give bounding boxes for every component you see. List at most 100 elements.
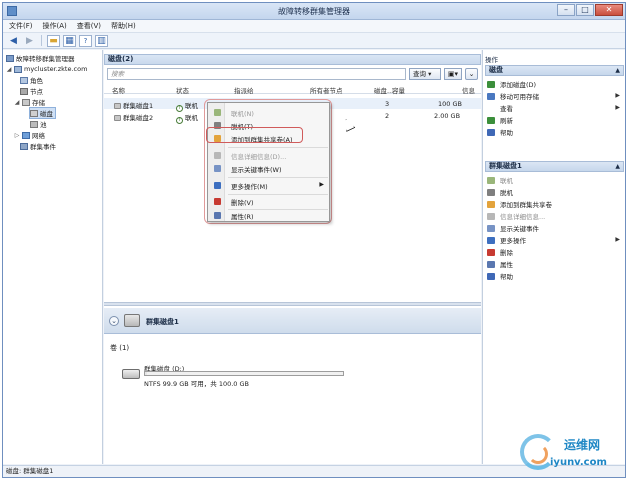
actions-header: 操作 bbox=[485, 56, 498, 64]
show-tree-button[interactable]: ▦ bbox=[63, 34, 76, 47]
title-bar: 故障转移群集管理器 – □ ✕ bbox=[3, 3, 625, 20]
action-help-2[interactable]: 帮助 bbox=[487, 271, 624, 281]
action-view[interactable]: 查看 ▶ bbox=[487, 103, 624, 113]
events-icon bbox=[20, 142, 28, 150]
minimize-button[interactable]: – bbox=[557, 4, 575, 16]
forward-button[interactable]: ▶ bbox=[23, 35, 36, 47]
app-window: 故障转移群集管理器 – □ ✕ 文件(F) 操作(A) 查看(V) 帮助(H) … bbox=[2, 2, 626, 478]
submenu-arrow-icon: ▶ bbox=[615, 236, 620, 243]
col-owner-node[interactable]: 所有者节点 bbox=[310, 85, 343, 95]
view-icon bbox=[487, 104, 495, 112]
tree-events[interactable]: 群集事件 bbox=[20, 141, 56, 151]
disk-icon bbox=[30, 109, 38, 117]
tree-networks[interactable]: ▷ 网络 bbox=[14, 130, 45, 140]
action-delete[interactable]: 删除 bbox=[487, 247, 624, 257]
move-storage-icon bbox=[487, 92, 495, 100]
tree-cluster[interactable]: ◢ mycluster.zkte.com bbox=[6, 64, 88, 74]
maximize-button[interactable]: □ bbox=[576, 4, 594, 16]
save-query-button[interactable]: ▣▾ bbox=[444, 68, 462, 80]
online-icon bbox=[487, 176, 495, 184]
ctx-more-actions[interactable]: 更多操作(M) ▶ bbox=[209, 179, 328, 192]
ctx-online-label: 联机(N) bbox=[231, 109, 254, 118]
close-button[interactable]: ✕ bbox=[595, 4, 623, 16]
actions-section-disks[interactable]: 磁盘 ▲ bbox=[485, 65, 624, 76]
action-label: 属性 bbox=[500, 261, 513, 269]
offline-icon bbox=[487, 188, 495, 196]
up-folder-button[interactable]: ▬ bbox=[47, 34, 60, 47]
menu-action[interactable]: 操作(A) bbox=[43, 21, 67, 31]
detail-title: 群集磁盘1 bbox=[146, 318, 179, 326]
ctx-show-critical-events[interactable]: 显示关键事件(W) bbox=[209, 162, 328, 175]
col-capacity[interactable]: 容量 bbox=[392, 85, 405, 95]
expand-arrow-icon[interactable]: ▷ bbox=[14, 132, 20, 139]
navigation-tree: 故障转移群集管理器 ◢ mycluster.zkte.com 角色 节点 ◢ 存… bbox=[3, 50, 103, 464]
back-arrow-icon: ◀ bbox=[10, 35, 17, 46]
menu-separator bbox=[228, 177, 328, 178]
tree-disks[interactable]: 磁盘 bbox=[29, 107, 56, 119]
action-pane-button[interactable]: ▥ bbox=[95, 34, 108, 47]
row-name: 群集磁盘1 bbox=[114, 100, 153, 110]
action-label: 删除 bbox=[500, 249, 513, 257]
pane-splitter[interactable] bbox=[104, 302, 481, 306]
menu-view[interactable]: 查看(V) bbox=[77, 21, 101, 31]
tree-nodes[interactable]: 节点 bbox=[20, 86, 43, 96]
action-info-details[interactable]: 信息详细信息... bbox=[487, 211, 624, 221]
volume-usage-fill bbox=[145, 372, 147, 375]
disk-icon bbox=[114, 115, 121, 121]
chevron-down-icon: ⌄ bbox=[468, 70, 475, 78]
action-add-to-csv[interactable]: 添加到群集共享卷 bbox=[487, 199, 624, 209]
critical-events-icon bbox=[487, 224, 495, 232]
watermark-logo: 运维网 iyunv.com bbox=[520, 432, 624, 476]
col-disk-number[interactable]: 磁盘... bbox=[374, 85, 393, 95]
collapse-arrow-icon[interactable]: ◢ bbox=[14, 99, 20, 106]
ctx-info-details-label: 信息详细信息(D)... bbox=[231, 152, 287, 161]
roles-icon bbox=[20, 76, 28, 84]
ctx-properties[interactable]: 属性(R) bbox=[209, 209, 328, 222]
delete-icon bbox=[213, 198, 221, 205]
tree-roles[interactable]: 角色 bbox=[20, 75, 43, 85]
ctx-online[interactable]: 联机(N) bbox=[209, 106, 328, 119]
tree-root[interactable]: 故障转移群集管理器 bbox=[6, 53, 75, 63]
ctx-more-actions-label: 更多操作(M) bbox=[231, 182, 268, 191]
collapse-arrow-icon[interactable]: ◢ bbox=[6, 66, 12, 73]
collapse-details-icon[interactable]: ⌄ bbox=[109, 316, 119, 326]
action-label: 显示关键事件 bbox=[500, 225, 539, 233]
actions-section-disk1[interactable]: 群集磁盘1 ▲ bbox=[485, 161, 624, 172]
query-button[interactable]: 查询 ▾ bbox=[409, 68, 441, 80]
col-name[interactable]: 名称 bbox=[112, 85, 125, 95]
menu-help[interactable]: 帮助(H) bbox=[111, 21, 136, 31]
back-button[interactable]: ◀ bbox=[7, 35, 20, 47]
toolbar: ◀ ▶ ▬ ▦ ? ▥ bbox=[3, 33, 625, 49]
action-label: 联机 bbox=[500, 177, 513, 185]
col-info[interactable]: 信息 bbox=[462, 85, 475, 95]
action-move-storage[interactable]: 移动可用存储 ▶ bbox=[487, 91, 624, 101]
ctx-info-details[interactable]: 信息详细信息(D)... bbox=[209, 149, 328, 162]
tree-storage[interactable]: ◢ 存储 bbox=[14, 97, 45, 107]
action-show-critical-events[interactable]: 显示关键事件 bbox=[487, 223, 624, 233]
ctx-delete[interactable]: 删除(V) bbox=[209, 195, 328, 208]
menu-file[interactable]: 文件(F) bbox=[9, 21, 33, 31]
collapse-up-icon[interactable]: ▲ bbox=[615, 162, 620, 171]
query-label: 查询 bbox=[413, 70, 426, 78]
help-button[interactable]: ? bbox=[79, 34, 92, 47]
tree-roles-label: 角色 bbox=[30, 77, 43, 85]
action-refresh[interactable]: 刷新 bbox=[487, 115, 624, 125]
action-add-disk[interactable]: 添加磁盘(D) bbox=[487, 79, 624, 89]
action-online[interactable]: 联机 bbox=[487, 175, 624, 185]
collapse-up-icon[interactable]: ▲ bbox=[615, 66, 620, 75]
delete-icon bbox=[487, 248, 495, 256]
watermark-brand: 运维网 bbox=[564, 438, 601, 452]
action-offline[interactable]: 脱机 bbox=[487, 187, 624, 197]
action-more-actions[interactable]: 更多操作 ▶ bbox=[487, 235, 624, 245]
action-label: 查看 bbox=[500, 105, 513, 113]
tree-pools[interactable]: 池 bbox=[30, 119, 47, 129]
action-help[interactable]: 帮助 bbox=[487, 127, 624, 137]
row-name-text: 群集磁盘2 bbox=[123, 114, 154, 122]
save-icon: ▣ bbox=[447, 70, 455, 78]
expand-collapse-button[interactable]: ⌄ bbox=[465, 68, 478, 80]
col-assigned[interactable]: 指派给 bbox=[234, 85, 254, 95]
search-input[interactable]: 搜索 bbox=[107, 68, 406, 80]
properties-icon bbox=[213, 212, 221, 219]
col-status[interactable]: 状态 bbox=[176, 85, 189, 95]
action-properties[interactable]: 属性 bbox=[487, 259, 624, 269]
